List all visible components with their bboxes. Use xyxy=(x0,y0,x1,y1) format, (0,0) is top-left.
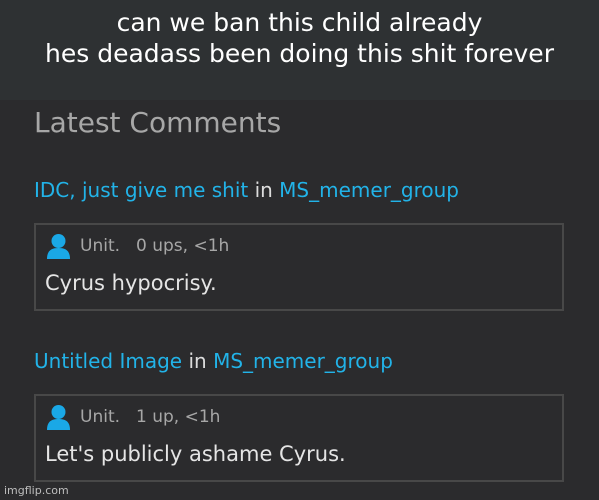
username-link[interactable]: Unit. xyxy=(80,407,120,427)
user-icon[interactable] xyxy=(46,404,71,430)
in-word: in xyxy=(254,178,273,202)
username-link[interactable]: Unit. xyxy=(80,236,120,256)
post-title-link[interactable]: IDC, just give me shit xyxy=(34,178,248,202)
comment-stats: 1 up, <1h xyxy=(136,407,221,427)
caption-line-1: can we ban this child already xyxy=(116,8,483,37)
comment-1-header: IDC, just give me shit in MS_memer_group xyxy=(34,178,459,202)
comment-stats: 0 ups, <1h xyxy=(136,236,230,256)
comment-2-header: Untitled Image in MS_memer_group xyxy=(34,349,393,373)
meme-caption: can we ban this child already hes deadas… xyxy=(0,0,599,100)
user-icon[interactable] xyxy=(46,233,71,259)
post-title-link[interactable]: Untitled Image xyxy=(34,349,182,373)
comment-card: Unit. 1 up, <1h Let's publicly ashame Cy… xyxy=(34,394,564,482)
comment-meta: Unit. 1 up, <1h xyxy=(46,402,220,432)
stream-link[interactable]: MS_memer_group xyxy=(213,349,393,373)
comment-meta: Unit. 0 ups, <1h xyxy=(46,231,229,261)
stream-link[interactable]: MS_memer_group xyxy=(279,178,459,202)
latest-comments-panel: Latest Comments IDC, just give me shit i… xyxy=(0,100,599,500)
comment-text: Let's publicly ashame Cyrus. xyxy=(45,442,346,466)
section-title: Latest Comments xyxy=(34,106,282,139)
meme-image: can we ban this child already hes deadas… xyxy=(0,0,599,500)
in-word: in xyxy=(188,349,207,373)
caption-line-2: hes deadass been doing this shit forever xyxy=(45,39,554,68)
comment-card: Unit. 0 ups, <1h Cyrus hypocrisy. xyxy=(34,223,564,311)
watermark: imgflip.com xyxy=(4,484,69,497)
comment-text: Cyrus hypocrisy. xyxy=(45,271,217,295)
